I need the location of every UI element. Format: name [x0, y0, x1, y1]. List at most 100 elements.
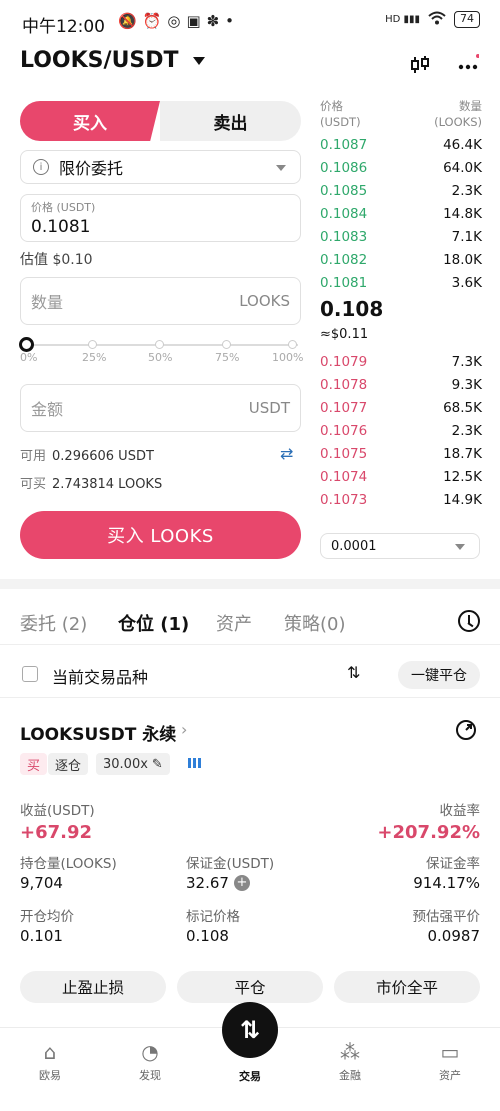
close-all-button[interactable]: 一键平仓	[398, 661, 480, 689]
percent-slider-handle[interactable]	[19, 337, 34, 352]
slider-label: 50%	[148, 351, 173, 364]
bid-qty: 68.5K	[443, 400, 482, 416]
bid-price: 0.1073	[320, 492, 368, 508]
section-divider	[0, 579, 500, 589]
home-icon: ⌂	[43, 1040, 57, 1064]
tab-assets[interactable]: 资产	[216, 610, 252, 636]
order-type-select[interactable]: i 限价委托	[20, 150, 301, 184]
bid-qty: 14.9K	[443, 492, 482, 508]
bid-row[interactable]: 0.1076 2.3K	[320, 423, 482, 446]
amount-input[interactable]: 金额 USDT	[20, 384, 301, 432]
slider-step-100[interactable]	[288, 340, 297, 349]
ask-price: 0.1084	[320, 206, 368, 222]
precision-select[interactable]: 0.0001	[320, 533, 480, 559]
ask-price: 0.1087	[320, 137, 368, 153]
edit-icon[interactable]: ✎	[152, 757, 163, 772]
bid-qty: 9.3K	[451, 377, 482, 393]
price-estimate: 估值 $0.10	[20, 252, 93, 268]
market-close-all-button[interactable]: 市价全平	[334, 971, 480, 1003]
ask-row[interactable]: 0.1087 46.4K	[320, 137, 482, 160]
sort-icon[interactable]: ⇅	[347, 663, 360, 682]
bid-row[interactable]: 0.1079 7.3K	[320, 354, 482, 377]
ask-row[interactable]: 0.1081 3.6K	[320, 275, 482, 298]
wifi-icon	[428, 11, 446, 28]
position-title[interactable]: LOOKSUSDT 永续	[20, 720, 176, 745]
ask-price: 0.1082	[320, 252, 368, 268]
pair-selector[interactable]: LOOKS/USDT	[20, 48, 205, 73]
divider	[0, 697, 500, 698]
precision-value: 0.0001	[331, 538, 377, 554]
entry-label: 开仓均价	[20, 909, 74, 925]
ask-row[interactable]: 0.1082 18.0K	[320, 252, 482, 275]
roe-value: +207.92%	[377, 822, 480, 843]
current-pair-label: 当前交易品种	[52, 668, 149, 687]
candlestick-icon[interactable]	[407, 52, 433, 78]
orderbook-price-header: 价格 (USDT)	[320, 99, 361, 129]
mark-value: 0.108	[186, 927, 229, 945]
ask-row[interactable]: 0.1086 64.0K	[320, 160, 482, 183]
chevron-right-icon[interactable]: ›	[181, 720, 187, 739]
bid-row[interactable]: 0.1077 68.5K	[320, 400, 482, 423]
more-icon[interactable]	[455, 52, 481, 78]
slider-step-50[interactable]	[155, 340, 164, 349]
nav-finance[interactable]: ⁂ 金融	[320, 1041, 380, 1083]
nav-discover[interactable]: ◔ 发现	[120, 1041, 180, 1083]
orderbook-qty-header: 数量 (LOOKS)	[434, 99, 482, 129]
divider	[0, 644, 500, 645]
buy-submit-button[interactable]: 买入 LOOKS	[20, 511, 301, 559]
nav-trade-label[interactable]: 交易	[222, 1068, 278, 1084]
price-input[interactable]: 价格 (USDT) 0.1081	[20, 194, 301, 242]
nav-home[interactable]: ⌂ 欧易	[20, 1041, 80, 1083]
history-icon[interactable]	[458, 610, 480, 632]
nav-assets[interactable]: ▭ 资产	[420, 1041, 480, 1083]
leverage-tag[interactable]: 30.00x ✎	[96, 753, 170, 775]
bid-price: 0.1077	[320, 400, 368, 416]
margin-mode-tag: 逐仓	[48, 753, 89, 775]
quantity-input[interactable]: 数量 LOOKS	[20, 277, 301, 325]
can-buy: 可买 2.743814 LOOKS	[20, 477, 163, 492]
tab-strategies[interactable]: 策略(0)	[284, 610, 346, 636]
bid-price: 0.1076	[320, 423, 368, 439]
ask-qty: 2.3K	[451, 183, 482, 199]
tab-sell[interactable]: 卖出	[160, 101, 301, 141]
bid-row[interactable]: 0.1073 14.9K	[320, 492, 482, 515]
available-balance: 可用 0.296606 USDT	[20, 449, 154, 464]
bid-price: 0.1079	[320, 354, 368, 370]
pair-title: LOOKS/USDT	[20, 48, 179, 73]
slider-step-25[interactable]	[88, 340, 97, 349]
wallet-icon: ▭	[440, 1040, 460, 1064]
bid-row[interactable]: 0.1075 18.7K	[320, 446, 482, 469]
slider-step-75[interactable]	[222, 340, 231, 349]
trade-icon[interactable]: ⇅	[222, 1002, 278, 1058]
ask-row[interactable]: 0.1084 14.8K	[320, 206, 482, 229]
margin-ratio-label: 保证金率	[426, 856, 480, 872]
close-position-button[interactable]: 平仓	[177, 971, 323, 1003]
mark-label: 标记价格	[186, 909, 240, 925]
tab-buy[interactable]: 买入	[20, 101, 160, 141]
status-time: 中午12:00	[22, 17, 105, 37]
bid-qty: 7.3K	[451, 354, 482, 370]
ask-row[interactable]: 0.1083 7.1K	[320, 229, 482, 252]
pnl-value: +67.92	[20, 822, 93, 843]
transfer-icon[interactable]: ⇄	[280, 444, 293, 463]
ask-price: 0.1083	[320, 229, 368, 245]
margin-value-group: 32.67 +	[186, 874, 250, 892]
tab-positions[interactable]: 仓位 (1)	[118, 610, 189, 636]
price-value[interactable]: 0.1081	[31, 217, 290, 237]
info-icon[interactable]: i	[33, 159, 49, 175]
current-pair-checkbox[interactable]	[22, 666, 38, 682]
margin-ratio-value: 914.17%	[413, 874, 480, 892]
order-type-label: 限价委托	[59, 159, 124, 178]
ask-row[interactable]: 0.1085 2.3K	[320, 183, 482, 206]
add-margin-icon[interactable]: +	[233, 875, 250, 891]
tab-orders[interactable]: 委托 (2)	[20, 610, 87, 636]
finance-icon: ⁂	[340, 1040, 360, 1064]
amount-placeholder: 金额	[31, 400, 64, 419]
tpsl-button[interactable]: 止盈止损	[20, 971, 166, 1003]
share-icon[interactable]	[456, 720, 476, 740]
entry-value: 0.101	[20, 927, 63, 945]
bid-row[interactable]: 0.1078 9.3K	[320, 377, 482, 400]
bid-qty: 18.7K	[443, 446, 482, 462]
size-label: 持仓量(LOOKS)	[20, 856, 117, 872]
bid-row[interactable]: 0.1074 12.5K	[320, 469, 482, 492]
